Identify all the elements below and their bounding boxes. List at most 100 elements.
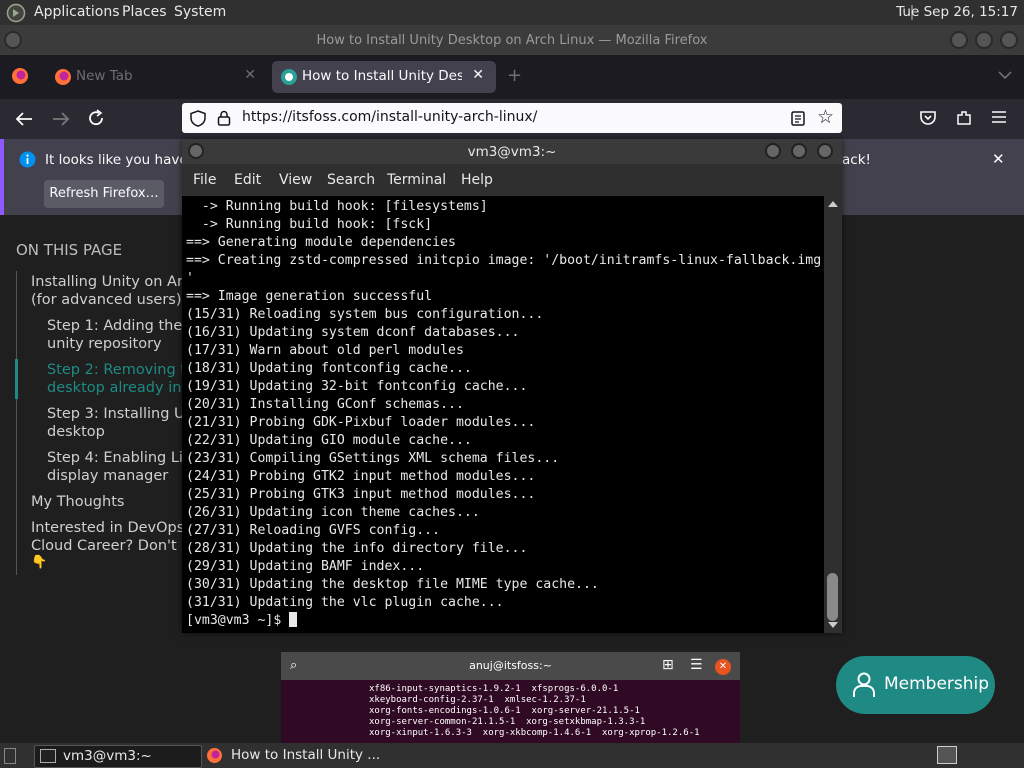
clock[interactable]: Tue Sep 26, 15:17 bbox=[896, 4, 1018, 20]
places-menu[interactable]: Places bbox=[122, 4, 167, 20]
distro-logo-icon[interactable] bbox=[6, 3, 26, 23]
menu-help[interactable]: Help bbox=[461, 172, 493, 188]
toc-item-step-1[interactable]: Step 1: Adding the a unity repository bbox=[47, 317, 196, 353]
firefox-icon bbox=[207, 748, 222, 763]
tab-label: How to Install Unity Desktop on Arch Lin… bbox=[302, 68, 462, 84]
menu-edit[interactable]: Edit bbox=[234, 172, 261, 188]
list-tabs-icon[interactable] bbox=[998, 70, 1012, 80]
terminal-cursor bbox=[289, 612, 298, 627]
terminal-line: ==> Image generation successful bbox=[186, 289, 433, 304]
maximize-button[interactable] bbox=[975, 31, 993, 49]
toc-rail bbox=[16, 271, 17, 575]
toc-heading: ON THIS PAGE bbox=[16, 241, 123, 259]
new-tab-icon[interactable]: + bbox=[507, 65, 522, 86]
terminal2-output: xf86-input-synaptics-1.9.2-1 xfsprogs-6.… bbox=[369, 684, 700, 739]
close-window-button[interactable] bbox=[817, 143, 833, 159]
maximize-button[interactable] bbox=[791, 143, 807, 159]
terminal-line: (25/31) Probing GTK3 input method module… bbox=[186, 487, 536, 502]
notification-text-end: ack! bbox=[842, 152, 871, 168]
toc-item-my-thoughts[interactable]: My Thoughts bbox=[31, 493, 124, 511]
terminal-line: (27/31) Reloading GVFS config... bbox=[186, 523, 441, 538]
close-notification-icon[interactable]: ✕ bbox=[992, 150, 1005, 168]
applications-menu[interactable]: Applications bbox=[34, 4, 120, 20]
url-text[interactable]: https://itsfoss.com/install-unity-arch-l… bbox=[242, 109, 537, 125]
back-arrow-icon[interactable] bbox=[14, 110, 34, 128]
minimize-button[interactable] bbox=[765, 143, 781, 159]
pocket-icon[interactable] bbox=[919, 109, 937, 127]
tab-new-tab[interactable]: New Tab ✕ bbox=[46, 61, 268, 93]
lock-icon[interactable] bbox=[217, 110, 231, 126]
reader-view-icon[interactable] bbox=[791, 111, 805, 126]
close-window-button[interactable] bbox=[1000, 31, 1018, 49]
extensions-icon[interactable] bbox=[955, 109, 973, 127]
show-desktop-icon[interactable] bbox=[4, 748, 16, 764]
terminal-line: (16/31) Updating system dconf databases.… bbox=[186, 325, 520, 340]
terminal-window[interactable]: vm3@vm3:~ File Edit View Search Terminal… bbox=[182, 139, 842, 633]
forward-arrow-icon[interactable] bbox=[51, 110, 71, 128]
toc-item-installing-unity[interactable]: Installing Unity on Arch (for advanced us… bbox=[31, 273, 200, 309]
terminal-line: (24/31) Probing GTK2 input method module… bbox=[186, 469, 536, 484]
close-tab-icon[interactable]: ✕ bbox=[472, 67, 484, 83]
scrollbar-thumb[interactable] bbox=[827, 573, 838, 621]
terminal2-line: xorg-xinput-1.6.3-3 xorg-xkbcomp-1.4.6-1… bbox=[369, 728, 700, 738]
workspace-switcher[interactable] bbox=[937, 746, 957, 764]
window-title: How to Install Unity Desktop on Arch Lin… bbox=[316, 33, 708, 48]
taskbar-item-firefox[interactable]: How to Install Unity ... bbox=[204, 745, 400, 766]
hamburger-menu-icon[interactable] bbox=[991, 110, 1007, 124]
toc-item-step-2[interactable]: Step 2: Removing th desktop already inst bbox=[47, 361, 195, 397]
window-menu-button[interactable] bbox=[4, 31, 22, 49]
url-bar[interactable]: https://itsfoss.com/install-unity-arch-l… bbox=[182, 103, 842, 133]
terminal-line: (31/31) Updating the vlc plugin cache... bbox=[186, 595, 504, 610]
window-menu-button[interactable] bbox=[188, 143, 204, 159]
top-panel: Applications Places System Tue Sep 26, 1… bbox=[0, 0, 1024, 25]
terminal-title: vm3@vm3:~ bbox=[467, 144, 557, 160]
tab-label: New Tab bbox=[76, 68, 133, 84]
terminal-prompt[interactable]: [vm3@vm3 ~]$ bbox=[186, 612, 821, 630]
terminal-output-area[interactable]: -> Running build hook: [filesystems] -> … bbox=[182, 196, 824, 633]
terminal2-line: xorg-server-common-21.1.5-1 xorg-setxkbm… bbox=[369, 717, 646, 727]
new-tab-icon[interactable]: ⊞ bbox=[662, 657, 674, 673]
search-icon[interactable]: ⌕ bbox=[290, 658, 297, 673]
itsfoss-favicon-icon bbox=[281, 69, 297, 85]
menu-icon[interactable]: ☰ bbox=[690, 657, 703, 673]
terminal-titlebar: vm3@vm3:~ bbox=[182, 139, 842, 164]
menu-file[interactable]: File bbox=[193, 172, 216, 188]
toc-item-step-4[interactable]: Step 4: Enabling Lig display manager bbox=[47, 449, 192, 485]
close-tab-icon[interactable]: ✕ bbox=[244, 67, 256, 83]
toc-item-step-3[interactable]: Step 3: Installing Un desktop bbox=[47, 405, 194, 441]
membership-label: Membership bbox=[884, 674, 990, 694]
shield-icon[interactable] bbox=[190, 110, 206, 127]
terminal-output: -> Running build hook: [filesystems] -> … bbox=[186, 198, 821, 630]
terminal2-line: xkeyboard-config-2.37-1 xmlsec-1.2.37-1 bbox=[369, 695, 586, 705]
firefox-titlebar: How to Install Unity Desktop on Arch Lin… bbox=[0, 25, 1024, 55]
taskbar-item-label: vm3@vm3:~ bbox=[63, 748, 152, 764]
taskbar-item-terminal[interactable]: vm3@vm3:~ bbox=[34, 745, 202, 768]
terminal-line: (28/31) Updating the info directory file… bbox=[186, 541, 528, 556]
terminal-scrollbar[interactable] bbox=[824, 196, 842, 633]
refresh-firefox-button[interactable]: Refresh Firefox… bbox=[44, 180, 164, 208]
scroll-up-arrow-icon[interactable] bbox=[828, 200, 838, 207]
close-icon[interactable]: ✕ bbox=[715, 659, 731, 675]
taskbar: vm3@vm3:~ How to Install Unity ... bbox=[0, 743, 1024, 768]
bookmark-star-icon[interactable]: ☆ bbox=[817, 106, 834, 128]
terminal-line: (30/31) Updating the desktop file MIME t… bbox=[186, 577, 599, 592]
terminal-line: (18/31) Updating fontconfig cache... bbox=[186, 361, 472, 376]
minimize-button[interactable] bbox=[950, 31, 968, 49]
terminal2-title: anuj@itsfoss:~ bbox=[469, 659, 552, 672]
menu-terminal[interactable]: Terminal bbox=[387, 172, 446, 188]
firefox-icon[interactable] bbox=[11, 67, 29, 85]
system-menu[interactable]: System bbox=[174, 4, 226, 20]
tab-active[interactable]: How to Install Unity Desktop on Arch Lin… bbox=[272, 61, 496, 93]
menu-view[interactable]: View bbox=[279, 172, 312, 188]
menu-search[interactable]: Search bbox=[327, 172, 375, 188]
terminal-line: (22/31) Updating GIO module cache... bbox=[186, 433, 472, 448]
membership-button[interactable]: Membership bbox=[836, 656, 995, 714]
scroll-down-arrow-icon[interactable] bbox=[828, 622, 838, 629]
pointing-down-emoji-icon: 👇 bbox=[31, 555, 48, 570]
terminal-line: ==> Generating module dependencies bbox=[186, 235, 456, 250]
firefox-tab-icon bbox=[55, 69, 71, 85]
taskbar-item-label: How to Install Unity ... bbox=[231, 747, 381, 763]
terminal-window-secondary[interactable]: anuj@itsfoss:~ ⌕ ⊞ ☰ ✕ xf86-input-synapt… bbox=[281, 652, 740, 743]
reload-icon[interactable] bbox=[87, 109, 105, 127]
toc-item-devops-career[interactable]: Interested in DevOps a Cloud Career? Don'… bbox=[31, 519, 198, 555]
